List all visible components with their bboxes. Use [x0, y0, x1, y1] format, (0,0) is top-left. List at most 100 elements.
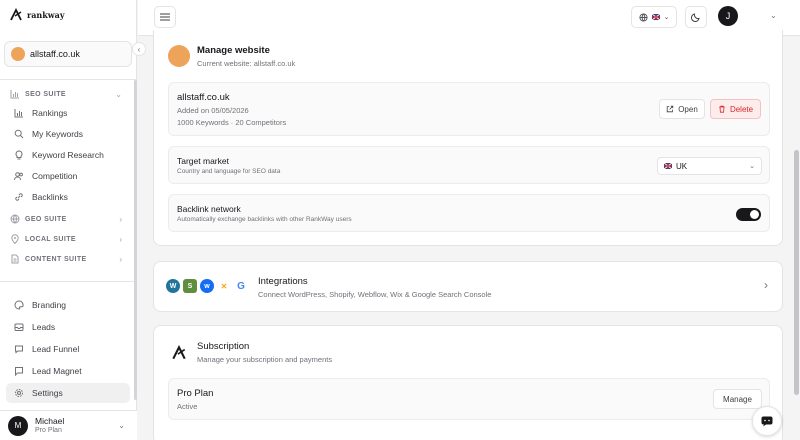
document-icon [10, 254, 20, 264]
brand-logo[interactable]: rankway [9, 8, 64, 22]
user-name: Michael [35, 416, 65, 426]
open-button-label: Open [678, 104, 698, 114]
backlink-network-desc: Automatically exchange backlinks with ot… [177, 216, 352, 223]
target-market-title: Target market [177, 156, 229, 166]
sidebar-item-lead-funnel[interactable]: Lead Funnel [6, 339, 130, 359]
shopify-icon: S [183, 279, 197, 293]
subscription-desc: Manage your subscription and payments [197, 355, 333, 364]
sidebar: rankway allstaff.co.uk SEO SUITE ⌄ Ranki… [0, 0, 137, 440]
subscription-title: Subscription [197, 341, 250, 352]
backlink-network-title: Backlink network [177, 204, 241, 214]
sidebar-item-competition[interactable]: Competition [6, 166, 130, 186]
sidebar-item-label: My Keywords [32, 129, 84, 139]
search-icon [14, 129, 24, 139]
sidebar-item-label: Lead Funnel [32, 344, 80, 354]
wix-icon: ✕ [217, 279, 231, 293]
divider [0, 79, 137, 80]
chevron-down-icon: ⌄ [663, 14, 670, 21]
nav-section-seo-suite[interactable]: SEO SUITE ⌄ [0, 84, 137, 104]
globe-icon [639, 12, 648, 22]
moon-icon [691, 13, 700, 22]
integrations-title: Integrations [258, 276, 308, 287]
plan-name: Pro Plan [177, 388, 214, 399]
card-title: Manage website [197, 45, 270, 56]
divider [0, 281, 137, 282]
chevron-down-icon[interactable]: ⌄ [770, 11, 777, 20]
chat-widget-button[interactable] [752, 406, 782, 436]
bar-chart-icon [14, 108, 24, 118]
bar-chart-icon [10, 89, 20, 99]
target-market-value: UK [676, 161, 688, 171]
plan-status: Active [177, 402, 198, 411]
chat-icon [761, 416, 773, 426]
integrations-card[interactable]: W S w ✕ G Integrations Connect WordPress… [153, 261, 783, 312]
delete-button[interactable]: Delete [710, 99, 761, 119]
sidebar-item-lead-magnet[interactable]: Lead Magnet [6, 361, 130, 381]
sidebar-item-branding[interactable]: Branding [6, 295, 130, 315]
chat-icon [14, 344, 24, 354]
target-market-desc: Country and language for SEO data [177, 168, 281, 175]
rankway-logo-icon [172, 345, 186, 360]
sidebar-item-leads[interactable]: Leads [6, 317, 130, 337]
sidebar-item-label: Lead Magnet [32, 366, 82, 376]
users-icon [14, 171, 24, 181]
site-added-date: Added on 05/05/2026 [177, 106, 249, 115]
toggle-knob [750, 210, 759, 219]
sidebar-item-label: Leads [32, 322, 56, 332]
chevron-right-icon: › [119, 214, 122, 224]
manage-button-label: Manage [723, 394, 752, 404]
nav-section-label: CONTENT SUITE [25, 255, 87, 263]
main-scrollbar[interactable] [794, 150, 799, 395]
wordpress-icon: W [166, 279, 180, 293]
avatar[interactable]: J [718, 6, 738, 26]
sidebar-item-label: Keyword Research [32, 150, 104, 160]
external-link-icon [667, 105, 674, 113]
brand-name: rankway [27, 10, 65, 20]
gear-icon [14, 388, 24, 398]
site-avatar [168, 45, 190, 67]
nav-section-label: GEO SUITE [25, 215, 67, 223]
sidebar-item-backlinks[interactable]: Backlinks [6, 187, 130, 207]
uk-flag-icon [651, 14, 660, 20]
backlink-network-toggle[interactable] [736, 208, 761, 221]
hamburger-icon [160, 13, 170, 21]
sidebar-item-label: Competition [32, 171, 78, 181]
link-icon [14, 192, 24, 202]
sidebar-item-my-keywords[interactable]: My Keywords [6, 124, 130, 144]
language-selector[interactable]: ⌄ [631, 6, 677, 28]
nav-section-geo-suite[interactable]: GEO SUITE › [0, 209, 137, 229]
theme-toggle-button[interactable] [685, 6, 707, 28]
message-icon [14, 366, 24, 376]
nav-section-content-suite[interactable]: CONTENT SUITE › [0, 249, 137, 269]
nav-section-label: LOCAL SUITE [25, 235, 76, 243]
sidebar-item-settings[interactable]: Settings [6, 383, 130, 403]
rankway-logo-icon [10, 8, 22, 21]
open-button[interactable]: Open [659, 99, 705, 119]
site-switcher-label: allstaff.co.uk [30, 49, 80, 59]
site-switcher[interactable]: allstaff.co.uk [4, 41, 132, 67]
chevron-left-icon: ‹ [137, 44, 141, 54]
chevron-right-icon: › [119, 254, 122, 264]
site-domain: allstaff.co.uk [177, 92, 230, 103]
sidebar-scrollbar[interactable] [134, 80, 137, 400]
manage-website-card: Manage website Current website: allstaff… [153, 30, 783, 246]
globe-icon [10, 214, 20, 224]
target-market-select[interactable]: UK ⌄ [657, 157, 762, 175]
integrations-desc: Connect WordPress, Shopify, Webflow, Wix… [258, 290, 492, 299]
delete-button-label: Delete [729, 104, 754, 114]
user-menu[interactable]: M Michael Pro Plan ⌄ [0, 410, 137, 440]
subscription-card: Subscription Manage your subscription an… [153, 325, 783, 440]
chevron-down-icon: ⌄ [749, 163, 755, 170]
manage-subscription-button[interactable]: Manage [713, 389, 762, 409]
sidebar-item-label: Backlinks [32, 192, 68, 202]
site-avatar [11, 47, 25, 61]
backlink-network-row: Backlink network Automatically exchange … [168, 194, 770, 232]
menu-button[interactable] [154, 6, 176, 28]
sidebar-item-rankings[interactable]: Rankings [6, 103, 130, 123]
collapse-sidebar-button[interactable]: ‹ [132, 42, 146, 56]
sidebar-item-keyword-research[interactable]: Keyword Research [6, 145, 130, 165]
nav-section-local-suite[interactable]: LOCAL SUITE › [0, 229, 137, 249]
avatar: M [8, 415, 28, 436]
nav-section-label: SEO SUITE [25, 90, 66, 98]
site-stats: 1000 Keywords · 20 Competitors [177, 118, 287, 127]
